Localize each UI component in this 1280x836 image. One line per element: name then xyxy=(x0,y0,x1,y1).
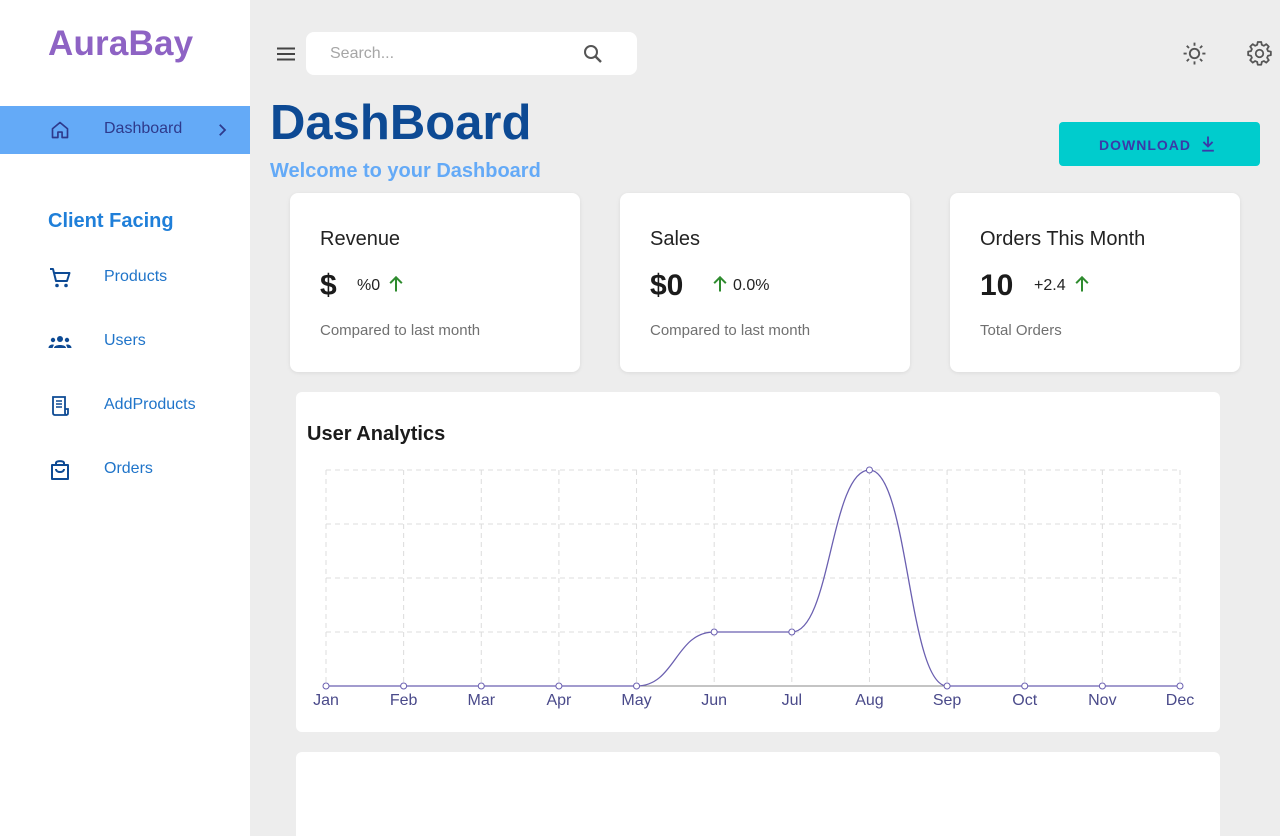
gear-icon[interactable] xyxy=(1247,41,1272,66)
search-bar xyxy=(306,32,637,75)
brand-logo[interactable]: AuraBay xyxy=(48,24,193,64)
x-tick-label: Sep xyxy=(933,692,962,709)
sidebar: AuraBay Dashboard Client Facing Products… xyxy=(0,0,250,836)
card-title: Revenue xyxy=(320,228,401,250)
x-tick-label: Mar xyxy=(467,692,495,709)
sidebar-item-products[interactable]: Products xyxy=(0,258,250,298)
user-analytics-chart: Jan Feb Mar Apr May Jun Jul Aug Sep Oct Nov Dec xyxy=(313,466,1194,709)
sidebar-item-label: Products xyxy=(104,268,168,285)
search-input[interactable] xyxy=(330,43,580,65)
x-tick-label: Oct xyxy=(1012,692,1037,709)
card-title: Orders This Month xyxy=(980,228,1146,250)
section-title: Client Facing xyxy=(48,210,174,232)
sidebar-item-label: AddProducts xyxy=(104,396,196,413)
data-point xyxy=(1098,682,1106,690)
shopping-bag-icon xyxy=(51,460,69,480)
receipt-icon xyxy=(52,396,69,416)
card-footer: Compared to last month xyxy=(320,322,481,339)
orders-card: Orders This Month 10 +2.4 Total Orders xyxy=(950,193,1240,372)
card-value: $ xyxy=(320,269,337,302)
sidebar-item-label: Dashboard xyxy=(104,120,183,137)
card-value: 10 xyxy=(980,269,1014,302)
data-point xyxy=(400,682,408,690)
sidebar-item-label: Users xyxy=(104,332,146,349)
x-tick-label: Jun xyxy=(701,692,727,709)
secondary-panel xyxy=(296,752,1220,836)
sidebar-item-label: Orders xyxy=(104,460,153,477)
arrow-up-icon xyxy=(1075,275,1089,292)
search-icon[interactable] xyxy=(581,42,605,66)
download-icon xyxy=(1202,136,1214,152)
sidebar-item-addproducts[interactable]: AddProducts xyxy=(0,386,250,426)
cart-icon xyxy=(50,268,71,288)
card-footer: Total Orders xyxy=(980,322,1062,339)
card-value: $0 xyxy=(650,269,684,302)
data-point xyxy=(865,466,873,474)
x-tick-label: Aug xyxy=(855,692,883,709)
user-analytics-panel: User Analytics Jan Feb Mar Apr May Jun Jul Aug S… xyxy=(296,392,1220,732)
card-change: 0.0% xyxy=(733,277,770,294)
data-point xyxy=(943,682,951,690)
arrow-up-icon xyxy=(389,275,403,292)
x-tick-label: Jan xyxy=(313,692,339,709)
sidebar-item-dashboard[interactable]: Dashboard xyxy=(0,106,250,154)
data-point xyxy=(788,628,796,636)
arrow-up-icon xyxy=(713,275,727,292)
revenue-card: Revenue $ %0 Compared to last month xyxy=(290,193,580,372)
x-tick-label: May xyxy=(621,692,651,709)
sidebar-item-orders[interactable]: Orders xyxy=(0,450,250,490)
menu-icon[interactable] xyxy=(274,42,298,66)
x-tick-label: Jul xyxy=(782,692,802,709)
sidebar-item-users[interactable]: Users xyxy=(0,322,250,362)
data-point xyxy=(477,682,485,690)
data-point xyxy=(1021,682,1029,690)
card-title: Sales xyxy=(650,228,701,250)
page-subtitle: Welcome to your Dashboard xyxy=(270,160,541,182)
data-point xyxy=(322,682,330,690)
download-button[interactable]: DOWNLOAD xyxy=(1059,122,1260,166)
sales-card: Sales $0 0.0% Compared to last month xyxy=(620,193,910,372)
sun-icon[interactable] xyxy=(1182,41,1207,66)
page-title: DashBoard xyxy=(270,96,532,150)
download-label: DOWNLOAD xyxy=(1099,137,1191,153)
data-point xyxy=(555,682,563,690)
card-footer: Compared to last month xyxy=(650,322,811,339)
card-change: +2.4 xyxy=(1034,277,1066,294)
data-point xyxy=(633,682,641,690)
data-point xyxy=(1176,682,1184,690)
chevron-right-icon xyxy=(219,124,227,136)
x-tick-label: Nov xyxy=(1088,692,1116,709)
x-tick-label: Dec xyxy=(1166,692,1194,709)
x-tick-label: Apr xyxy=(546,692,572,709)
card-change: %0 xyxy=(357,277,381,294)
users-icon xyxy=(48,336,72,348)
data-point xyxy=(710,628,718,636)
home-icon xyxy=(51,121,69,139)
x-tick-label: Feb xyxy=(390,692,418,709)
